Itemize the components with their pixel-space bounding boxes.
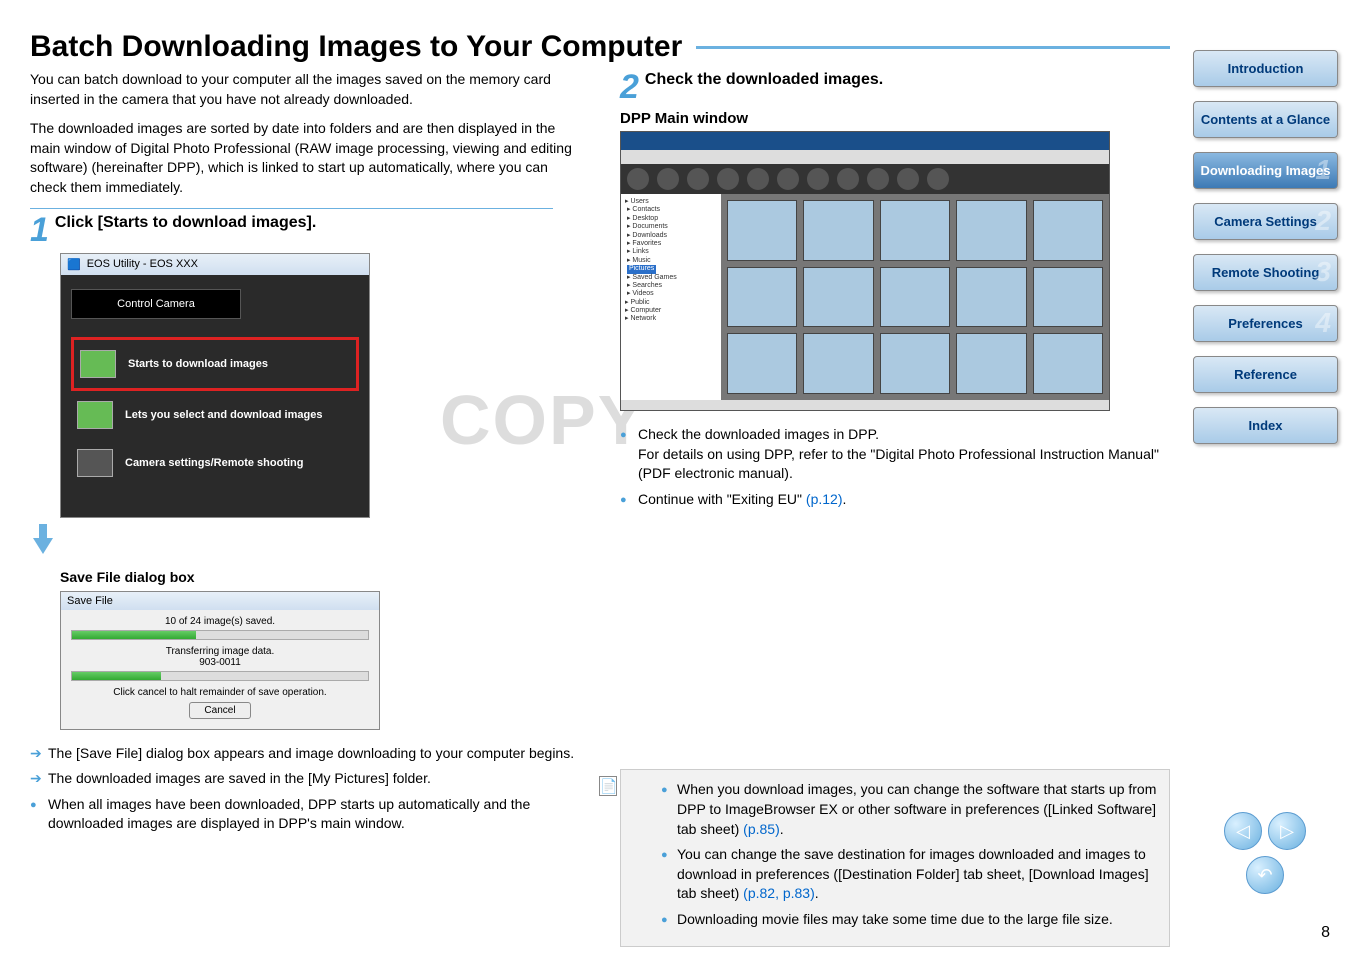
sidebar-downloading-label: Downloading Images xyxy=(1200,163,1330,178)
eos-titlebar: 🟦 EOS Utility - EOS XXX xyxy=(61,254,369,275)
title-rule xyxy=(696,46,1170,49)
note-linked-software: When you download images, you can change… xyxy=(661,780,1157,839)
control-camera-tab[interactable]: Control Camera xyxy=(71,289,241,319)
eos-window-title: EOS Utility - EOS XXX xyxy=(87,258,198,270)
intro-text-2: The downloaded images are sorted by date… xyxy=(30,119,580,197)
dpp-main-window: ▸ Users ▸ Contacts ▸ Desktop ▸ Documents… xyxy=(620,131,1110,411)
sidebar-remote-label: Remote Shooting xyxy=(1212,265,1320,280)
chapter-num-1: 1 xyxy=(1315,154,1331,186)
cancel-button[interactable]: Cancel xyxy=(189,702,250,719)
chapter-num-3: 3 xyxy=(1315,256,1331,288)
select-download-label: Lets you select and download images xyxy=(125,409,322,421)
step-1-number: 1 xyxy=(30,213,49,247)
chapter-num-4: 4 xyxy=(1315,307,1331,339)
remote-label: Camera settings/Remote shooting xyxy=(125,457,303,469)
page-nav: ◁ ▷ ↶ xyxy=(1220,812,1310,894)
select-icon xyxy=(77,401,113,429)
bullet-save-dialog: The [Save File] dialog box appears and i… xyxy=(30,744,580,764)
chapter-num-2: 2 xyxy=(1315,205,1331,237)
page-number: 8 xyxy=(1321,924,1330,942)
bullet-my-pictures: The downloaded images are saved in the [… xyxy=(30,769,580,789)
dpp-window-caption: DPP Main window xyxy=(620,110,1170,127)
bullet-check-dpp-text: Check the downloaded images in DPP. xyxy=(638,426,879,442)
bullet-dpp-starts: When all images have been downloaded, DP… xyxy=(30,795,580,834)
save-filename: 903-0011 xyxy=(71,657,369,668)
save-status-count: 10 of 24 image(s) saved. xyxy=(71,616,369,627)
link-p12[interactable]: (p.12) xyxy=(806,491,843,507)
save-status-transfer: Transferring image data. xyxy=(71,646,369,657)
save-file-titlebar: Save File xyxy=(61,592,379,610)
next-page-button[interactable]: ▷ xyxy=(1268,812,1306,850)
progress-bar-file xyxy=(71,671,369,681)
note-movie: Downloading movie files may take some ti… xyxy=(661,910,1157,930)
select-download-button[interactable]: Lets you select and download images xyxy=(71,391,359,439)
camera-icon xyxy=(77,449,113,477)
save-status-hint: Click cancel to halt remainder of save o… xyxy=(71,687,369,698)
back-button[interactable]: ↶ xyxy=(1246,856,1284,894)
sidebar-prefs-label: Preferences xyxy=(1228,316,1302,331)
supplementary-notes: 📄 When you download images, you can chan… xyxy=(620,769,1170,946)
link-p82-83[interactable]: (p.82, p.83) xyxy=(743,885,815,901)
sidebar-index[interactable]: Index xyxy=(1193,407,1338,444)
remote-shooting-button[interactable]: Camera settings/Remote shooting xyxy=(71,439,359,487)
sidebar-preferences[interactable]: Preferences 4 xyxy=(1193,305,1338,342)
link-p85[interactable]: (p.85) xyxy=(743,821,780,837)
sidebar-camera-label: Camera Settings xyxy=(1214,214,1317,229)
dpp-thumbnail-grid[interactable] xyxy=(721,194,1109,400)
arrow-down-icon xyxy=(30,524,56,554)
sidebar-contents[interactable]: Contents at a Glance xyxy=(1193,101,1338,138)
app-icon: 🟦 xyxy=(67,258,81,271)
eos-utility-window: 🟦 EOS Utility - EOS XXX Control Camera S… xyxy=(60,253,370,518)
download-icon xyxy=(80,350,116,378)
bullet-exit-eu-text: Continue with "Exiting EU" xyxy=(638,491,806,507)
sidebar-introduction[interactable]: Introduction xyxy=(1193,50,1338,87)
bullet-check-dpp: Check the downloaded images in DPP. For … xyxy=(620,425,1170,484)
step-2-title: Check the downloaded images. xyxy=(645,70,883,91)
starts-download-button[interactable]: Starts to download images xyxy=(71,337,359,391)
intro-text-1: You can batch download to your computer … xyxy=(30,70,580,109)
starts-download-label: Starts to download images xyxy=(128,358,268,370)
chapter-sidebar: Introduction Contents at a Glance Downlo… xyxy=(1193,50,1338,458)
save-file-caption: Save File dialog box xyxy=(60,569,580,585)
save-file-dialog: Save File 10 of 24 image(s) saved. Trans… xyxy=(60,591,380,730)
sidebar-remote-shooting[interactable]: Remote Shooting3 xyxy=(1193,254,1338,291)
step-2-number: 2 xyxy=(620,70,639,104)
bullet-dpp-manual: For details on using DPP, refer to the "… xyxy=(638,446,1159,482)
progress-bar-overall xyxy=(71,630,369,640)
bullet-exit-eu: Continue with "Exiting EU" (p.12). xyxy=(620,490,1170,510)
dpp-folder-tree[interactable]: ▸ Users ▸ Contacts ▸ Desktop ▸ Documents… xyxy=(621,194,721,400)
prev-page-button[interactable]: ◁ xyxy=(1224,812,1262,850)
sidebar-camera-settings[interactable]: Camera Settings2 xyxy=(1193,203,1338,240)
divider xyxy=(30,208,553,209)
sidebar-reference[interactable]: Reference xyxy=(1193,356,1338,393)
step-1-title: Click [Starts to download images]. xyxy=(55,213,316,234)
note-icon: 📄 xyxy=(599,776,617,796)
page-title: Batch Downloading Images to Your Compute… xyxy=(30,30,682,64)
note-destination: You can change the save destination for … xyxy=(661,845,1157,904)
sidebar-downloading-images[interactable]: Downloading Images1 xyxy=(1193,152,1338,189)
